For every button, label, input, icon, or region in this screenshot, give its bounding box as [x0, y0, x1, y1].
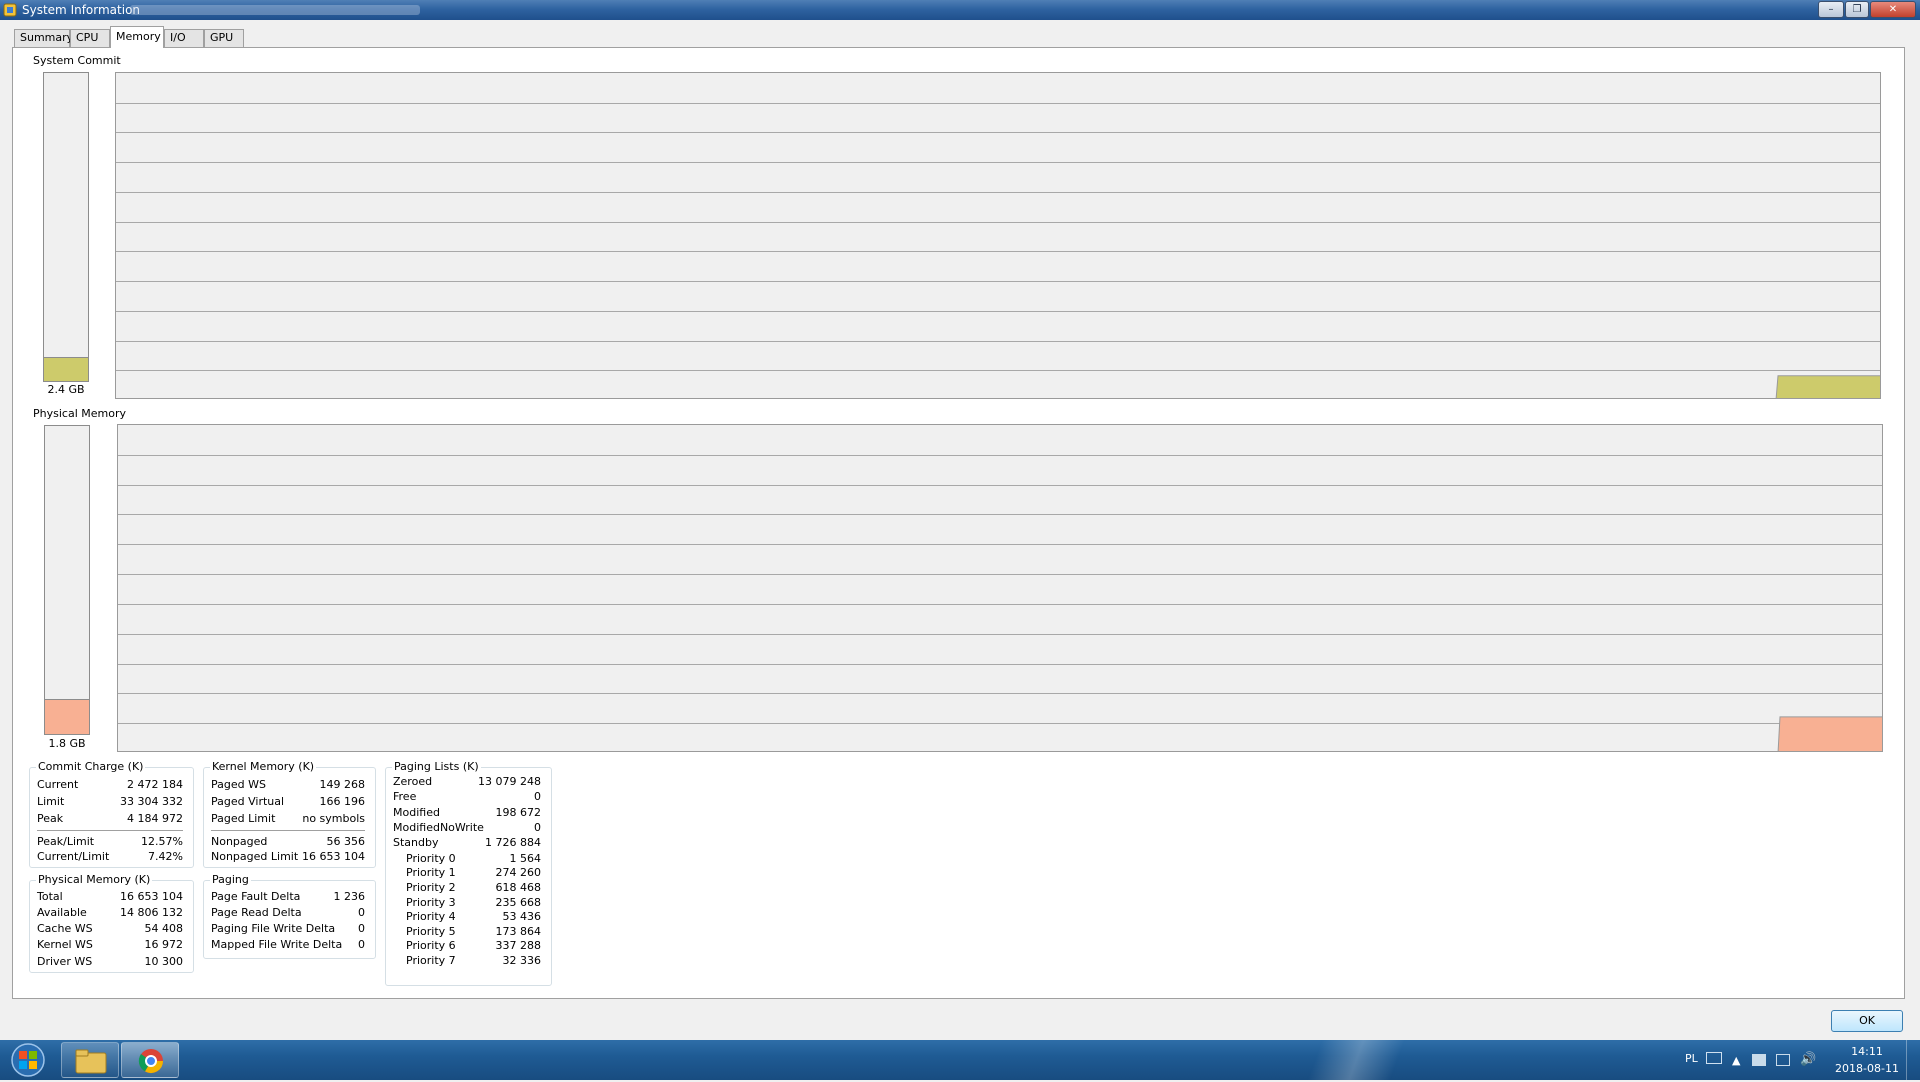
priority-row: Priority 4 53 436 — [406, 910, 541, 923]
zeroed-row: Zeroed 13 079 248 — [393, 775, 541, 788]
commit-peak-row: Peak 4 184 972 — [37, 812, 183, 825]
physical-memory-group: Physical Memory (K) Total 16 653 104 Avai… — [29, 873, 194, 973]
system-commit-gauge-fill — [44, 357, 88, 381]
commit-charge-group: Commit Charge (K) Current 2 472 184 Limit… — [29, 760, 194, 868]
priority-row: Priority 6 337 288 — [406, 939, 541, 952]
standby-row: Standby 1 726 884 — [393, 836, 541, 849]
network-icon[interactable] — [1776, 1054, 1790, 1066]
close-button[interactable]: ✕ — [1870, 1, 1916, 18]
nonpaged-row: Nonpaged 56 356 — [211, 835, 365, 848]
paged-virtual-row: Paged Virtual 166 196 — [211, 795, 365, 808]
priority-row: Priority 01 564 — [406, 852, 541, 865]
page-fault-delta-row: Page Fault Delta 1 236 — [211, 890, 365, 903]
tab-gpu[interactable]: GPU — [204, 29, 244, 47]
physical-memory-group-title: Physical Memory (K) — [36, 873, 153, 887]
paged-ws-row: Paged WS 149 268 — [211, 778, 365, 791]
maximize-button[interactable]: ❐ — [1845, 1, 1869, 18]
phys-driverws-row: Driver WS 10 300 — [37, 955, 183, 968]
taskbar-glare — [1240, 1040, 1500, 1080]
phys-total-row: Total 16 653 104 — [37, 890, 183, 903]
physical-memory-label: Physical Memory — [33, 407, 126, 420]
title-blurred-path — [130, 5, 420, 15]
tab-summary[interactable]: Summary — [14, 29, 73, 47]
tab-memory[interactable]: Memory — [110, 26, 164, 48]
commit-charge-title: Commit Charge (K) — [36, 760, 146, 774]
physical-memory-gauge-fill — [45, 699, 89, 734]
clock-date[interactable]: 2018-08-11 — [1835, 1062, 1899, 1075]
phys-cachews-row: Cache WS 54 408 — [37, 922, 183, 935]
ok-button[interactable]: OK — [1831, 1010, 1903, 1032]
kernel-memory-title: Kernel Memory (K) — [210, 760, 317, 774]
activity-area — [1777, 716, 1882, 751]
title-bar: System Information – ❐ ✕ — [0, 0, 1920, 20]
priority-row: Priority 1 274 260 — [406, 866, 541, 879]
paging-group: Paging Page Fault Delta 1 236 Page Read D… — [203, 873, 376, 959]
show-desktop-button[interactable] — [1906, 1040, 1920, 1080]
window-title: System Information — [22, 3, 141, 17]
paging-lists-group: Paging Lists (K) Zeroed 13 079 248 Free 0 … — [385, 760, 552, 986]
physical-memory-value: 1.8 GB — [48, 737, 86, 750]
show-hidden-icons-icon[interactable]: ▲ — [1732, 1054, 1740, 1067]
browser-icon — [138, 1049, 163, 1074]
separator — [211, 830, 365, 831]
explorer-taskbar-button[interactable] — [61, 1042, 119, 1078]
page-read-delta-row: Page Read Delta 0 — [211, 906, 365, 919]
mapped-file-write-delta-row: Mapped File Write Delta 0 — [211, 938, 365, 951]
separator — [37, 830, 183, 831]
folder-icon — [75, 1049, 107, 1074]
system-commit-value: 2.4 GB — [47, 383, 85, 396]
system-commit-graph — [115, 72, 1881, 399]
taskbar — [0, 1040, 1920, 1080]
volume-icon[interactable]: 🔊 — [1800, 1052, 1816, 1067]
free-row: Free 0 — [393, 790, 541, 803]
clock-time[interactable]: 14:11 — [1848, 1045, 1886, 1058]
modified-row: Modified 198 672 — [393, 806, 541, 819]
priority-row: Priority 3 235 668 — [406, 896, 541, 909]
app-icon — [3, 3, 17, 17]
chrome-taskbar-button[interactable] — [121, 1042, 179, 1078]
priority-row: Priority 5 173 864 — [406, 925, 541, 938]
system-commit-gauge — [43, 72, 89, 382]
paging-lists-title: Paging Lists (K) — [392, 760, 481, 774]
commit-limit-row: Limit 33 304 332 — [37, 795, 183, 808]
system-commit-label: System Commit — [33, 54, 121, 67]
tab-cpu[interactable]: CPU — [70, 29, 110, 47]
nonpaged-limit-row: Nonpaged Limit 16 653 104 — [211, 850, 365, 863]
priority-row: Priority 7 32 336 — [406, 954, 541, 967]
kernel-memory-group: Kernel Memory (K) Paged WS 149 268 Paged … — [203, 760, 376, 868]
minimize-button[interactable]: – — [1818, 1, 1844, 18]
phys-kernelws-row: Kernel WS 16 972 — [37, 938, 183, 951]
priority-row: Priority 2 618 468 — [406, 881, 541, 894]
activity-area — [1775, 375, 1880, 398]
start-button[interactable] — [4, 1042, 52, 1078]
peak-limit-row: Peak/Limit 12.57% — [37, 835, 183, 848]
paging-title: Paging — [210, 873, 251, 887]
paging-file-write-delta-row: Paging File Write Delta 0 — [211, 922, 365, 935]
paged-limit-row: Paged Limit no symbols — [211, 812, 365, 825]
physical-memory-gauge — [44, 425, 90, 735]
commit-current-row: Current 2 472 184 — [37, 778, 183, 791]
language-indicator[interactable]: PL — [1685, 1052, 1698, 1065]
tab-io[interactable]: I/O — [164, 29, 204, 47]
action-center-icon[interactable] — [1752, 1054, 1766, 1066]
physical-memory-graph — [117, 424, 1883, 752]
current-limit-row: Current/Limit 7.42% — [37, 850, 183, 863]
keyboard-icon[interactable] — [1706, 1052, 1722, 1064]
phys-available-row: Available 14 806 132 — [37, 906, 183, 919]
modified-nowrite-row: ModifiedNoWrite 0 — [393, 821, 541, 834]
